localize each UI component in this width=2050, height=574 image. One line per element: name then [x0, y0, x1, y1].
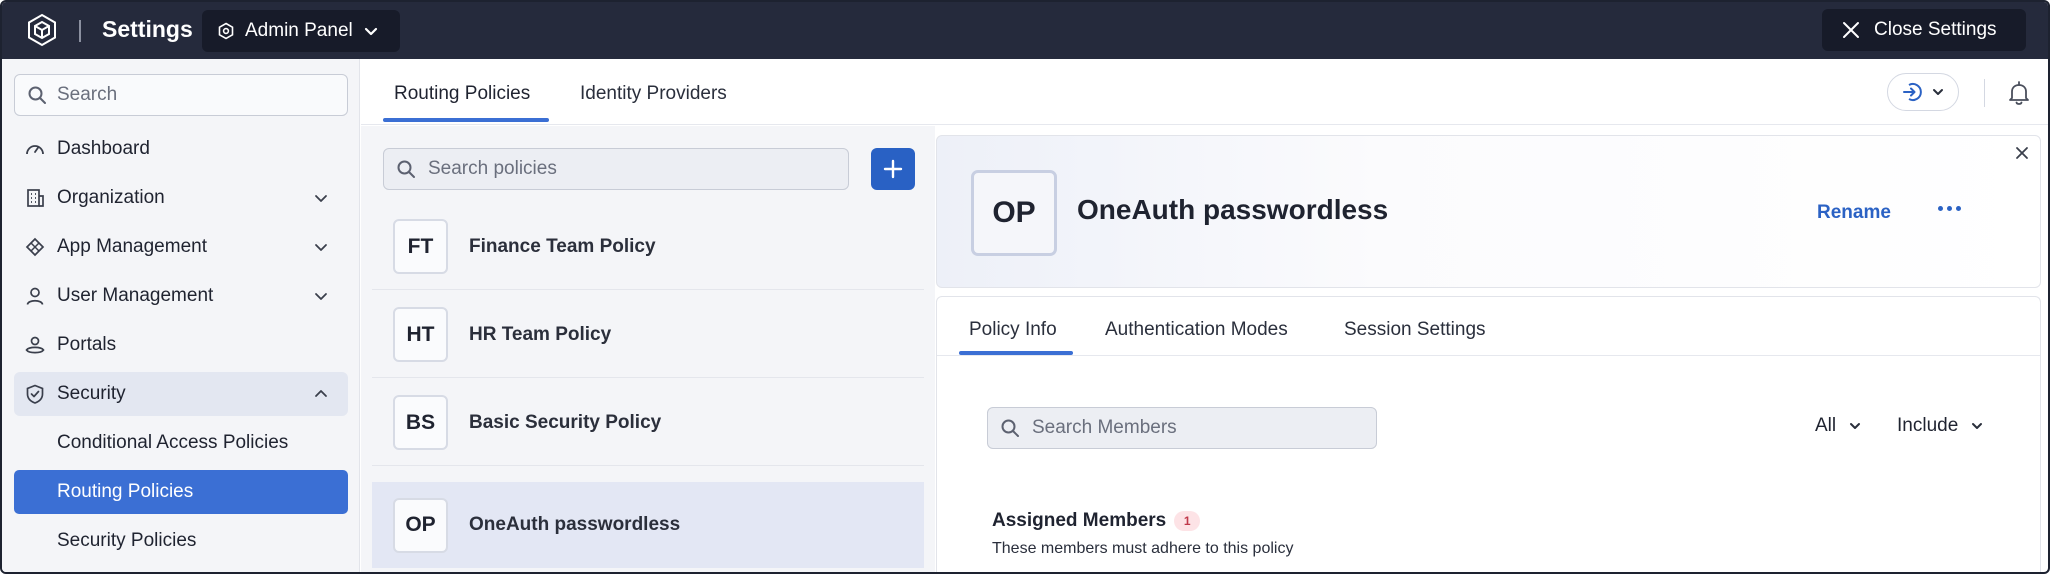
admin-panel-switcher[interactable]: Admin Panel [202, 10, 400, 52]
sidebar-item-label: Security [57, 383, 126, 404]
admin-panel-label: Admin Panel [245, 20, 353, 41]
sidebar-search[interactable] [14, 74, 348, 116]
policy-list-item-selected[interactable]: OP OneAuth passwordless [372, 482, 924, 568]
sign-in-icon [1903, 83, 1922, 101]
assigned-members-heading: Assigned Members 1 [992, 510, 1201, 532]
top-bar: Settings Admin Panel Close Settings [2, 2, 2048, 59]
chevron-down-icon [1933, 89, 1943, 95]
search-icon [28, 86, 46, 104]
mode-filter-dropdown[interactable]: Include [1897, 409, 1984, 443]
assigned-count-badge: 1 [1174, 511, 1201, 531]
policy-search-input[interactable] [428, 158, 828, 180]
scope-filter-value: All [1815, 415, 1837, 436]
policy-detail-body: Policy Info Authentication Modes Session… [936, 296, 2041, 572]
user-icon [24, 285, 46, 307]
sidebar-item-app-management[interactable]: App Management [14, 225, 348, 269]
chevron-down-icon [1850, 423, 1861, 429]
tab-routing-policies[interactable]: Routing Policies [394, 83, 530, 105]
policy-search[interactable] [383, 148, 849, 190]
dashboard-gauge-icon [24, 138, 46, 160]
scope-filter-dropdown[interactable]: All [1815, 409, 1862, 443]
policy-list-item[interactable]: BS Basic Security Policy [372, 380, 924, 466]
app-title: Settings [102, 16, 193, 42]
policy-name: HR Team Policy [469, 323, 612, 345]
sidebar-item-label: Organization [57, 187, 165, 208]
sidebar-item-portals[interactable]: Portals [14, 323, 348, 367]
policy-avatar: OP [393, 497, 448, 553]
policy-list-pane: FT Finance Team Policy HT HR Team Policy… [361, 126, 935, 572]
building-icon [24, 187, 46, 209]
close-icon [2016, 147, 2028, 159]
policy-name: OneAuth passwordless [469, 514, 681, 535]
sidebar-subitem-routing-policies[interactable]: Routing Policies [14, 470, 348, 514]
policy-detail-title: OneAuth passwordless [1077, 194, 1389, 225]
rename-button[interactable]: Rename [1817, 202, 1891, 224]
sidebar: Dashboard Organization App Management Us… [2, 59, 360, 572]
sidebar-search-input[interactable] [57, 84, 317, 106]
sidebar-item-organization[interactable]: Organization [14, 176, 348, 220]
chevron-up-icon [315, 390, 327, 397]
hexagon-icon [218, 22, 234, 40]
tab-session-settings[interactable]: Session Settings [1344, 319, 1486, 341]
close-settings-label: Close Settings [1874, 19, 1997, 40]
dot-icon [1946, 205, 1952, 211]
chevron-down-icon [315, 244, 327, 251]
plus-icon [883, 159, 903, 179]
portal-icon [24, 334, 46, 356]
tabs-divider [937, 355, 2040, 356]
member-search[interactable] [987, 407, 1377, 449]
quick-action-switcher[interactable] [1887, 73, 1959, 111]
app-logo-icon[interactable] [24, 12, 60, 48]
close-icon [1843, 22, 1859, 38]
sidebar-item-user-management[interactable]: User Management [14, 274, 348, 318]
bell-icon[interactable] [2005, 79, 2033, 107]
chevron-down-icon [364, 27, 377, 36]
sidebar-item-label: Portals [57, 334, 117, 355]
assigned-members-description: These members must adhere to this policy [992, 540, 1294, 557]
search-icon [1001, 419, 1019, 437]
sidebar-item-label: App Management [57, 236, 207, 257]
policy-detail-avatar: OP [971, 170, 1057, 256]
sidebar-subitem-conditional-access[interactable]: Conditional Access Policies [14, 421, 348, 465]
sidebar-item-label: Dashboard [57, 138, 150, 159]
policy-detail-header: OP OneAuth passwordless Rename [936, 135, 2041, 288]
policy-list-item[interactable]: HT HR Team Policy [372, 292, 924, 378]
tab-authentication-modes[interactable]: Authentication Modes [1105, 319, 1288, 341]
chevron-down-icon [315, 195, 327, 202]
policy-avatar: BS [393, 395, 448, 450]
policy-list-item[interactable]: FT Finance Team Policy [372, 204, 924, 290]
close-settings-button[interactable]: Close Settings [1822, 9, 2026, 51]
mode-filter-value: Include [1897, 415, 1959, 436]
sidebar-item-label: User Management [57, 285, 214, 306]
tab-policy-info[interactable]: Policy Info [969, 319, 1057, 341]
header-divider [1984, 79, 1985, 107]
topbar-divider [79, 20, 81, 42]
sidebar-subitem-security-policies[interactable]: Security Policies [14, 519, 348, 563]
shield-icon [24, 383, 46, 405]
dot-icon [1937, 205, 1943, 211]
apps-icon [24, 236, 46, 258]
policy-name: Finance Team Policy [469, 235, 656, 257]
active-tab-indicator [383, 118, 549, 122]
search-icon [397, 160, 415, 178]
app-window: Settings Admin Panel Close Settings Sear… [0, 0, 2050, 574]
member-search-input[interactable] [1032, 417, 1362, 439]
policy-name: Basic Security Policy [469, 411, 662, 433]
chevron-down-icon [1972, 423, 1983, 429]
chevron-down-icon [315, 293, 327, 300]
sidebar-item-dashboard[interactable]: Dashboard [14, 127, 348, 171]
main-tabs-bar: Routing Policies Identity Providers [361, 59, 2048, 125]
policy-avatar: HT [393, 307, 448, 362]
close-detail-button[interactable] [2011, 142, 2033, 164]
add-policy-button[interactable] [871, 148, 915, 190]
assigned-members-title: Assigned Members [992, 510, 1167, 531]
policy-avatar: FT [393, 219, 448, 274]
sidebar-item-security[interactable]: Security [14, 372, 348, 416]
tab-identity-providers[interactable]: Identity Providers [580, 83, 727, 105]
more-options-button[interactable] [1932, 196, 1966, 220]
dot-icon [1955, 205, 1961, 211]
